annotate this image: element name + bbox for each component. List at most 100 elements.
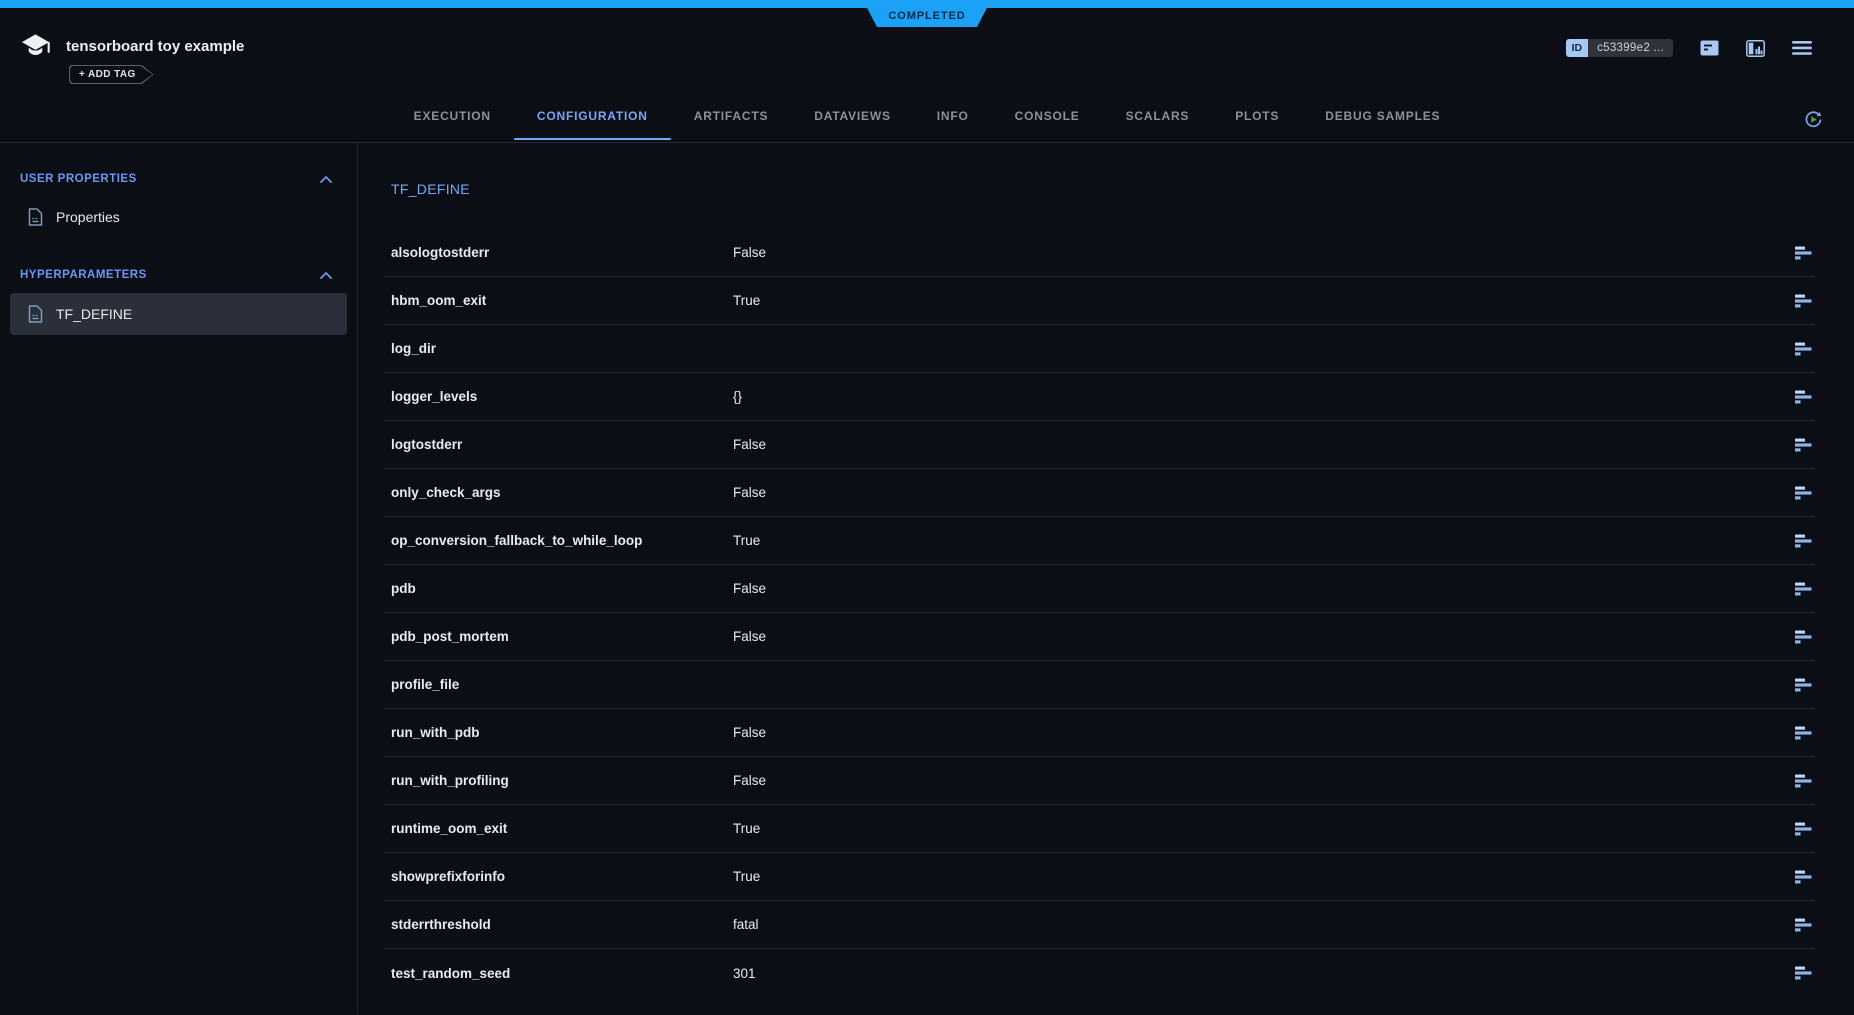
param-row: hbm_oom_exit True bbox=[384, 277, 1815, 325]
param-row: stderrthreshold fatal bbox=[384, 901, 1815, 949]
chevron-up-icon bbox=[320, 176, 332, 183]
tab-dataviews[interactable]: DATAVIEWS bbox=[791, 90, 914, 142]
param-table: alsologtostderr False hbm_oom_exit True … bbox=[384, 229, 1815, 997]
document-icon bbox=[28, 305, 43, 323]
tab-plots[interactable]: PLOTS bbox=[1212, 90, 1302, 142]
param-row: runtime_oom_exit True bbox=[384, 805, 1815, 853]
add-tag-button[interactable]: + ADD TAG bbox=[69, 65, 154, 84]
sidebar-header-hyperparameters[interactable]: HYPERPARAMETERS bbox=[0, 265, 357, 285]
param-name: pdb_post_mortem bbox=[391, 629, 733, 644]
tab-debug-samples[interactable]: DEBUG SAMPLES bbox=[1302, 90, 1463, 142]
header: tensorboard toy example + ADD TAG ID c53… bbox=[0, 8, 1854, 143]
page-title: tensorboard toy example bbox=[66, 38, 244, 55]
param-value: False bbox=[733, 437, 1795, 452]
param-bars-button[interactable] bbox=[1795, 294, 1815, 308]
param-bars-button[interactable] bbox=[1795, 966, 1815, 980]
chevron-up-icon bbox=[320, 272, 332, 279]
param-name: run_with_pdb bbox=[391, 725, 733, 740]
parameter-bars-icon bbox=[1795, 582, 1814, 596]
parameter-bars-icon bbox=[1795, 390, 1814, 404]
param-value: True bbox=[733, 869, 1795, 884]
param-bars-button[interactable] bbox=[1795, 822, 1815, 836]
menu-icon bbox=[1792, 41, 1812, 55]
param-bars-button[interactable] bbox=[1795, 582, 1815, 596]
param-bars-button[interactable] bbox=[1795, 534, 1815, 548]
param-value: False bbox=[733, 485, 1795, 500]
sidebar-header-user-properties[interactable]: USER PROPERTIES bbox=[0, 169, 357, 189]
param-name: logger_levels bbox=[391, 389, 733, 404]
tab-label: SCALARS bbox=[1126, 109, 1190, 123]
param-row: pdb_post_mortem False bbox=[384, 613, 1815, 661]
tab-bar: EXECUTION CONFIGURATION ARTIFACTS DATAVI… bbox=[0, 90, 1854, 142]
sidebar-item-properties[interactable]: Properties bbox=[10, 197, 347, 237]
document-icon bbox=[28, 208, 43, 226]
param-bars-button[interactable] bbox=[1795, 390, 1815, 404]
tab-info[interactable]: INFO bbox=[914, 90, 992, 142]
sidebar-item-label: TF_DEFINE bbox=[56, 306, 132, 322]
status-badge: COMPLETED bbox=[863, 0, 991, 27]
brand: tensorboard toy example bbox=[20, 32, 244, 60]
param-value: True bbox=[733, 821, 1795, 836]
tab-scalars[interactable]: SCALARS bbox=[1103, 90, 1213, 142]
sidebar-section-hyperparameters: HYPERPARAMETERS TF_DEFINE bbox=[0, 265, 357, 335]
tab-artifacts[interactable]: ARTIFACTS bbox=[671, 90, 792, 142]
experiment-cap-icon bbox=[20, 32, 51, 60]
tab-configuration[interactable]: CONFIGURATION bbox=[514, 90, 671, 142]
tab-label: PLOTS bbox=[1235, 109, 1279, 123]
param-value: False bbox=[733, 773, 1795, 788]
tab-execution[interactable]: EXECUTION bbox=[391, 90, 514, 142]
auto-refresh-button[interactable] bbox=[1803, 109, 1824, 133]
tab-label: DATAVIEWS bbox=[814, 109, 891, 123]
param-bars-button[interactable] bbox=[1795, 342, 1815, 356]
param-row: run_with_pdb False bbox=[384, 709, 1815, 757]
param-name: only_check_args bbox=[391, 485, 733, 500]
parameter-bars-icon bbox=[1795, 870, 1814, 884]
param-value: True bbox=[733, 533, 1795, 548]
param-value: False bbox=[733, 629, 1795, 644]
param-name: test_random_seed bbox=[391, 966, 733, 981]
sidebar-section-user-properties: USER PROPERTIES Properties bbox=[0, 169, 357, 237]
param-row: pdb False bbox=[384, 565, 1815, 613]
sidebar-item-tf-define[interactable]: TF_DEFINE bbox=[10, 293, 347, 335]
tab-console[interactable]: CONSOLE bbox=[992, 90, 1103, 142]
param-bars-button[interactable] bbox=[1795, 918, 1815, 932]
id-value: c53399e2 ... bbox=[1588, 39, 1673, 57]
param-bars-button[interactable] bbox=[1795, 438, 1815, 452]
add-tag-label: + ADD TAG bbox=[70, 66, 153, 83]
param-value: False bbox=[733, 581, 1795, 596]
tab-label: INFO bbox=[937, 109, 969, 123]
param-row: showprefixforinfo True bbox=[384, 853, 1815, 901]
section-title: TF_DEFINE bbox=[391, 181, 1815, 197]
param-bars-button[interactable] bbox=[1795, 486, 1815, 500]
param-row: alsologtostderr False bbox=[384, 229, 1815, 277]
param-value: 301 bbox=[733, 966, 1795, 981]
header-actions: ID c53399e2 ... bbox=[1566, 39, 1812, 57]
param-bars-button[interactable] bbox=[1795, 246, 1815, 260]
param-bars-button[interactable] bbox=[1795, 726, 1815, 740]
param-name: alsologtostderr bbox=[391, 245, 733, 260]
experiment-id-badge[interactable]: ID c53399e2 ... bbox=[1566, 39, 1673, 57]
sidebar-header-label: HYPERPARAMETERS bbox=[20, 269, 147, 281]
param-value: True bbox=[733, 293, 1795, 308]
parameter-bars-icon bbox=[1795, 486, 1814, 500]
param-value: fatal bbox=[733, 917, 1795, 932]
tab-label: ARTIFACTS bbox=[694, 109, 769, 123]
auto-refresh-icon bbox=[1803, 109, 1824, 130]
menu-button[interactable] bbox=[1792, 41, 1812, 55]
param-value: False bbox=[733, 245, 1795, 260]
param-bars-button[interactable] bbox=[1795, 870, 1815, 884]
tab-label: CONFIGURATION bbox=[537, 109, 648, 123]
param-name: profile_file bbox=[391, 677, 733, 692]
parameter-bars-icon bbox=[1795, 534, 1814, 548]
comments-button[interactable] bbox=[1700, 40, 1719, 56]
configuration-panel: TF_DEFINE alsologtostderr False hbm_oom_… bbox=[358, 143, 1854, 1014]
param-bars-button[interactable] bbox=[1795, 774, 1815, 788]
param-row: only_check_args False bbox=[384, 469, 1815, 517]
param-bars-button[interactable] bbox=[1795, 678, 1815, 692]
param-row: run_with_profiling False bbox=[384, 757, 1815, 805]
details-panel-button[interactable] bbox=[1746, 40, 1765, 57]
param-bars-button[interactable] bbox=[1795, 630, 1815, 644]
param-value: {} bbox=[733, 389, 1795, 404]
param-row: test_random_seed 301 bbox=[384, 949, 1815, 997]
parameter-bars-icon bbox=[1795, 774, 1814, 788]
